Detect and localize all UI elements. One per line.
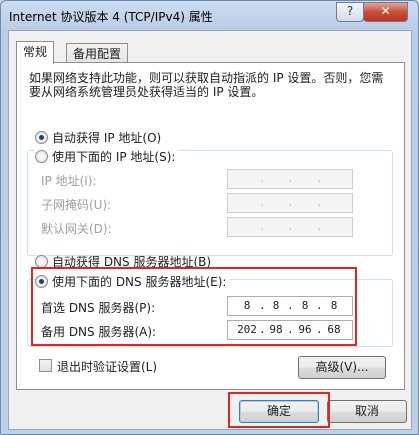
description-text: 如果网络支持此功能，则可以获取自动指派的 IP 设置。否则，您需要从网络系统管理…	[29, 71, 384, 99]
radio-auto-dns[interactable]: 自动获得 DNS 服务器地址(B)	[35, 253, 211, 270]
preferred-dns-label: 首选 DNS 服务器(P):	[41, 301, 156, 315]
alternate-dns-octet-1: 202	[237, 323, 257, 336]
tab-alternate-config[interactable]: 备用配置	[66, 43, 129, 64]
dialog-window: Internet 协议版本 4 (TCP/IPv4) 属性 ? ✕ 常规 备用配…	[0, 0, 419, 435]
tab-panel-general: 如果网络支持此功能，则可以获取自动指派的 IP 设置。否则，您需要从网络系统管理…	[16, 62, 405, 390]
window-title: Internet 协议版本 4 (TCP/IPv4) 属性	[9, 10, 213, 24]
validate-label: 退出时验证设置(L)	[57, 360, 158, 374]
radio-auto-ip-indicator	[35, 131, 48, 144]
alternate-dns-input[interactable]: 202 . 98 . 96 . 68	[227, 320, 353, 340]
radio-manual-dns-indicator	[35, 275, 48, 288]
radio-manual-ip[interactable]: 使用下面的 IP 地址(S):	[35, 148, 179, 165]
validate-checkbox[interactable]	[39, 359, 52, 372]
radio-manual-ip-label: 使用下面的 IP 地址(S):	[52, 150, 176, 164]
alternate-dns-octet-4: 68	[327, 323, 341, 336]
dialog-client: 常规 备用配置 如果网络支持此功能，则可以获取自动指派的 IP 设置。否则，您需…	[8, 30, 412, 430]
radio-manual-ip-indicator	[35, 150, 48, 163]
advanced-button[interactable]: 高级(V)...	[298, 356, 386, 379]
radio-auto-ip-label: 自动获得 IP 地址(O)	[52, 131, 162, 145]
ip-address-input: ...	[227, 169, 353, 189]
preferred-dns-octet-1: 8	[243, 299, 251, 312]
preferred-dns-octet-4: 8	[330, 299, 338, 312]
alternate-dns-octet-3: 96	[298, 323, 312, 336]
subnet-mask-label: 子网掩码(U):	[41, 198, 112, 212]
preferred-dns-octet-2: 8	[272, 299, 280, 312]
title-bar[interactable]: Internet 协议版本 4 (TCP/IPv4) 属性 ? ✕	[1, 1, 418, 29]
preferred-dns-octet-3: 8	[301, 299, 309, 312]
preferred-dns-input[interactable]: 8 . 8 . 8 . 8	[227, 296, 353, 316]
cancel-button[interactable]: 取消	[327, 400, 407, 423]
ok-button[interactable]: 确定	[239, 400, 319, 423]
default-gateway-label: 默认网关(D):	[41, 222, 112, 236]
alternate-dns-label: 备用 DNS 服务器(A):	[41, 325, 157, 339]
help-button[interactable]: ?	[336, 2, 364, 22]
radio-auto-ip[interactable]: 自动获得 IP 地址(O)	[35, 129, 161, 146]
radio-auto-dns-label: 自动获得 DNS 服务器地址(B)	[52, 255, 212, 269]
radio-auto-dns-indicator	[35, 255, 48, 268]
default-gateway-input: ...	[227, 217, 353, 237]
close-button[interactable]: ✕	[363, 2, 408, 22]
subnet-mask-input: ...	[227, 193, 353, 213]
alternate-dns-octet-2: 98	[269, 323, 283, 336]
radio-manual-dns-label: 使用下面的 DNS 服务器地址(E):	[52, 275, 227, 289]
tab-general[interactable]: 常规	[16, 41, 55, 64]
ip-address-label: IP 地址(I):	[41, 174, 97, 188]
radio-manual-dns[interactable]: 使用下面的 DNS 服务器地址(E):	[35, 273, 230, 290]
